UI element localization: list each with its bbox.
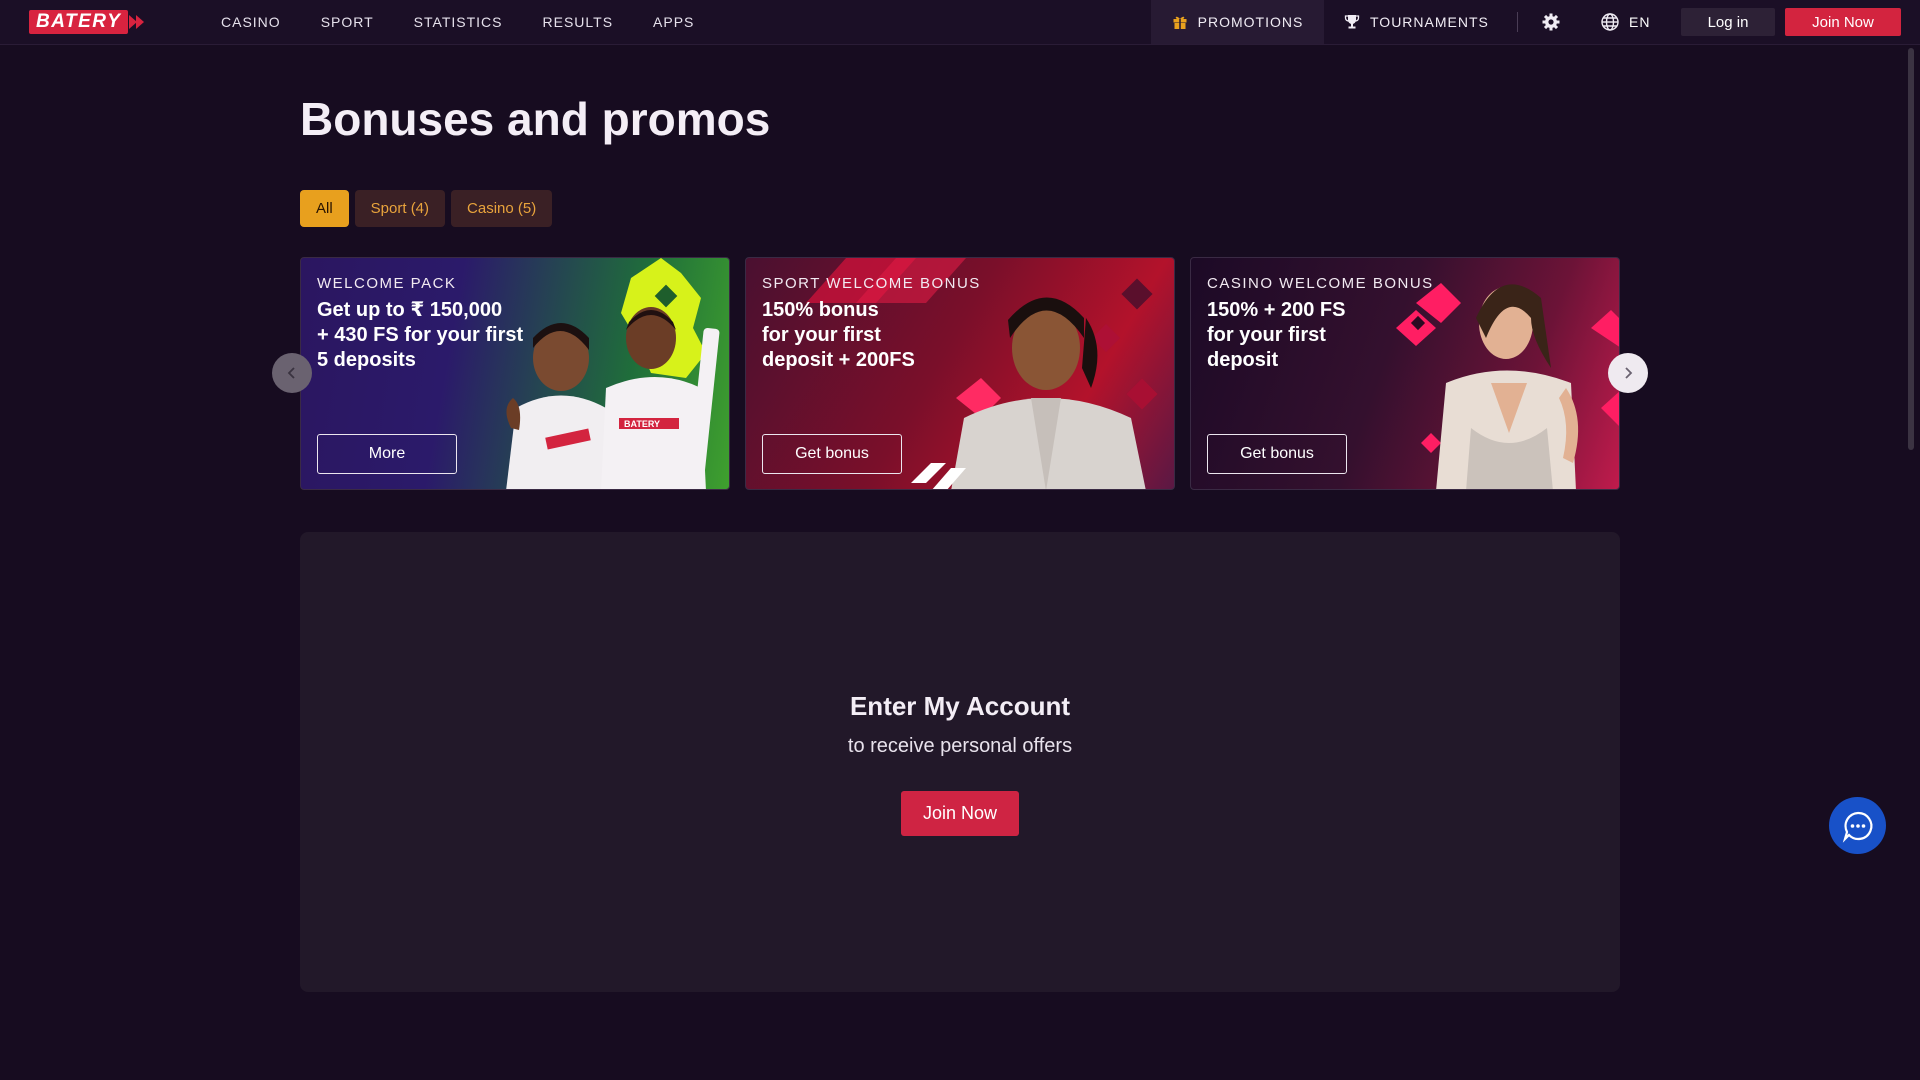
nav-results[interactable]: RESULTS [543,14,614,30]
logo-chevrons [129,15,145,29]
chevron-right-icon [1625,367,1633,379]
card-headline: 150% + 200 FS for your first deposit [1207,299,1346,371]
filter-all[interactable]: All [300,190,349,227]
get-bonus-button-casino[interactable]: Get bonus [1207,434,1347,474]
promo-filters: All Sport (4) Casino (5) [300,190,558,227]
globe-icon [1600,12,1620,32]
card-headline: 150% bonus for your first deposit + 200F… [762,299,915,371]
nav-sport[interactable]: SPORT [321,14,374,30]
card-headline: Get up to ₹ 150,000 + 430 FS for your fi… [317,299,524,371]
promo-card-sport-welcome[interactable]: SPORT WELCOME BONUS 150% bonus for your … [745,257,1175,490]
nav-tournaments[interactable]: TOURNAMENTS [1344,0,1489,44]
card-eyebrow: WELCOME PACK [317,275,457,292]
filter-sport[interactable]: Sport (4) [354,190,446,227]
promo-card-welcome-pack[interactable]: BATERY WELCOME PACK Get up to ₹ 150,000 … [300,257,730,490]
language-code: EN [1629,14,1651,30]
nav-statistics[interactable]: STATISTICS [414,14,503,30]
get-bonus-button-sport[interactable]: Get bonus [762,434,902,474]
filter-casino[interactable]: Casino (5) [451,190,553,227]
chat-icon [1842,811,1872,843]
card-eyebrow: SPORT WELCOME BONUS [762,275,981,292]
header-divider [1517,12,1518,32]
carousel-prev-button[interactable] [272,353,312,393]
card-eyebrow: CASINO WELCOME BONUS [1207,275,1434,292]
account-title: Enter My Account [849,691,1071,721]
more-button[interactable]: More [317,434,457,474]
chevron-left-icon [287,367,295,379]
page-title: Bonuses and promos [300,93,771,145]
tournaments-label: TOURNAMENTS [1370,14,1489,30]
promo-card-casino-welcome[interactable]: CASINO WELCOME BONUS 150% + 200 FS for y… [1190,257,1620,490]
carousel-next-button[interactable] [1608,353,1648,393]
jersey-text: BATERY [624,419,660,429]
main-nav: CASINO SPORT STATISTICS RESULTS APPS [221,0,734,44]
logo-text: BATERY [29,10,129,34]
page-scrollbar[interactable] [1908,48,1914,450]
gift-icon [1172,14,1188,30]
batery-logo[interactable]: BATERY [29,10,171,34]
promotions-label: PROMOTIONS [1197,14,1304,30]
language-selector[interactable]: EN [1600,0,1650,44]
nav-promotions[interactable]: PROMOTIONS [1151,0,1324,44]
join-now-button[interactable]: Join Now [1785,8,1901,36]
panel-join-now-button[interactable]: Join Now [901,791,1019,836]
login-button[interactable]: Log in [1681,8,1775,36]
chat-button[interactable] [1829,797,1886,854]
account-subtitle: to receive personal offers [847,735,1073,757]
gear-icon[interactable] [1541,12,1561,32]
nav-apps[interactable]: APPS [653,14,694,30]
top-header: BATERY CASINO SPORT STATISTICS RESULTS A… [0,0,1920,45]
trophy-icon [1344,14,1360,30]
personal-offers-panel: Enter My Account to receive personal off… [300,532,1620,992]
nav-casino[interactable]: CASINO [221,14,281,30]
